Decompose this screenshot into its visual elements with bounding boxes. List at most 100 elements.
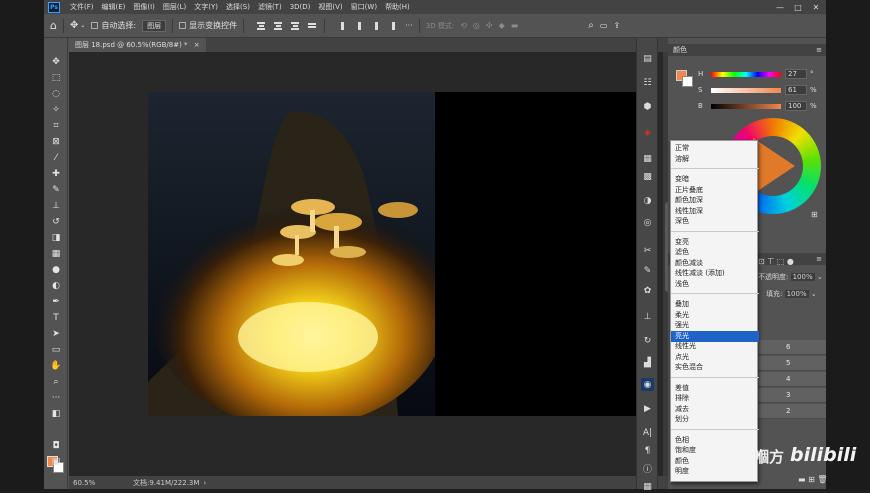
chevron-down-icon[interactable]: ⌄ bbox=[811, 290, 817, 298]
blend-mode-option[interactable]: 柔光 bbox=[671, 310, 759, 321]
auto-select-dropdown[interactable]: 图层 bbox=[142, 19, 167, 32]
delete-layer-icon[interactable]: 🗑 bbox=[817, 475, 827, 484]
menu-layer[interactable]: 图层(L) bbox=[159, 2, 190, 12]
align-vcenter-icon[interactable] bbox=[353, 20, 365, 32]
show-transform-checkbox[interactable]: 显示变换控件 bbox=[179, 20, 237, 31]
tools-presets-icon[interactable]: ✂ bbox=[641, 244, 654, 257]
share-icon[interactable]: ⇪ bbox=[613, 21, 620, 30]
blend-mode-option[interactable]: 线性加深 bbox=[671, 206, 759, 217]
magic-wand-icon[interactable]: ✧ bbox=[49, 104, 63, 116]
hue-slider[interactable] bbox=[711, 72, 781, 77]
menu-file[interactable]: 文件(F) bbox=[66, 2, 98, 12]
zoom-level[interactable]: 60.5% bbox=[73, 479, 113, 487]
path-select-icon[interactable]: ➤ bbox=[49, 328, 63, 340]
distribute-icon[interactable] bbox=[387, 20, 399, 32]
frame-tool-icon[interactable]: ⊠ bbox=[49, 136, 63, 148]
grid-panel-icon[interactable]: ▩ bbox=[641, 170, 654, 183]
adjustments-panel-icon[interactable]: ☷ bbox=[641, 76, 654, 89]
maximize-button[interactable]: □ bbox=[790, 0, 806, 14]
search-icon[interactable]: ⌕ bbox=[588, 20, 594, 31]
opacity-value[interactable]: 100% bbox=[790, 273, 815, 281]
saturation-value[interactable]: 61 bbox=[785, 85, 807, 95]
blur-tool-icon[interactable]: ● bbox=[49, 264, 63, 276]
blend-mode-option[interactable]: 减去 bbox=[671, 404, 759, 415]
menu-select[interactable]: 选择(S) bbox=[222, 2, 254, 12]
saturation-slider[interactable] bbox=[711, 88, 781, 93]
blend-mode-option[interactable]: 线性减淡 (添加) bbox=[671, 268, 759, 279]
blend-mode-option[interactable]: 划分 bbox=[671, 414, 759, 425]
pan-3d-icon[interactable]: ✣ bbox=[486, 21, 493, 30]
blend-mode-option[interactable]: 深色 bbox=[671, 216, 759, 227]
menu-filter[interactable]: 滤镜(T) bbox=[254, 2, 286, 12]
more-tools-icon[interactable]: ··· bbox=[49, 392, 63, 404]
blend-mode-option[interactable]: 溶解 bbox=[671, 154, 759, 165]
marquee-tool-icon[interactable]: ⬚ bbox=[49, 72, 63, 84]
menu-3d[interactable]: 3D(D) bbox=[286, 3, 315, 11]
brush-panel-icon[interactable]: ✎ bbox=[641, 264, 654, 277]
channels-panel-icon[interactable]: ◎ bbox=[641, 216, 654, 229]
move-tool-icon[interactable]: ✥ bbox=[70, 20, 78, 31]
eyedropper-icon[interactable]: ⁄ bbox=[49, 152, 63, 164]
blend-mode-option[interactable]: 浅色 bbox=[671, 279, 759, 290]
blend-mode-option[interactable]: 变亮 bbox=[671, 237, 759, 248]
pen-tool-icon[interactable]: ✒ bbox=[49, 296, 63, 308]
status-arrow-icon[interactable]: › bbox=[203, 479, 206, 487]
play-action-icon[interactable]: ▶ bbox=[641, 402, 654, 415]
info-panel-icon[interactable]: ◉ bbox=[641, 378, 654, 391]
dodge-tool-icon[interactable]: ◐ bbox=[49, 280, 63, 292]
blend-mode-option[interactable]: 差值 bbox=[671, 383, 759, 394]
chevron-down-icon[interactable]: ⌄ bbox=[80, 22, 85, 29]
default-colors-icon[interactable]: ◧ bbox=[49, 408, 63, 420]
align-vtop-icon[interactable] bbox=[336, 20, 348, 32]
blend-mode-option[interactable]: 正常 bbox=[671, 143, 759, 154]
clone-source-icon[interactable]: ✿ bbox=[641, 284, 654, 297]
orbit-3d-icon[interactable]: ⟲ bbox=[460, 21, 467, 30]
roll-3d-icon[interactable]: ◎ bbox=[473, 21, 480, 30]
blend-mode-option[interactable]: 滤色 bbox=[671, 247, 759, 258]
quick-mask-icon[interactable]: ◘ bbox=[49, 440, 63, 452]
slide-3d-icon[interactable]: ◆ bbox=[499, 21, 505, 30]
hue-value[interactable]: 27 bbox=[785, 69, 807, 79]
chevron-down-icon[interactable]: ⌄ bbox=[817, 273, 823, 281]
brush-tool-icon[interactable]: ✎ bbox=[49, 184, 63, 196]
hand-tool-icon[interactable]: ✋ bbox=[49, 360, 63, 372]
properties-panel-icon[interactable]: ⓘ bbox=[641, 462, 654, 475]
history-brush-icon[interactable]: ↺ bbox=[49, 216, 63, 228]
crop-tool-icon[interactable]: ⌗ bbox=[49, 120, 63, 132]
eraser-tool-icon[interactable]: ◨ bbox=[49, 232, 63, 244]
type-tool-icon[interactable]: T bbox=[49, 312, 63, 324]
layer-filter-icons[interactable]: ⊡ ⊤ ⬚ ● bbox=[758, 257, 794, 266]
character-panel-icon[interactable]: A| bbox=[641, 426, 654, 439]
blend-mode-option[interactable]: 颜色 bbox=[671, 456, 759, 467]
menu-help[interactable]: 帮助(H) bbox=[381, 2, 414, 12]
close-button[interactable]: ✕ bbox=[808, 0, 824, 14]
align-center-icon[interactable] bbox=[272, 20, 284, 32]
new-group-icon[interactable]: ▬ bbox=[798, 475, 806, 484]
blend-mode-option[interactable]: 正片叠底 bbox=[671, 185, 759, 196]
document-tab[interactable]: 图层 18.psd @ 60.5%(RGB/8#) * × bbox=[69, 38, 206, 52]
menu-image[interactable]: 图像(I) bbox=[129, 2, 159, 12]
panel-menu-icon[interactable]: ≡ bbox=[816, 253, 822, 265]
align-vbottom-icon[interactable] bbox=[370, 20, 382, 32]
menu-type[interactable]: 文字(Y) bbox=[190, 2, 222, 12]
blend-mode-option[interactable]: 颜色减淡 bbox=[671, 258, 759, 269]
align-right-icon[interactable] bbox=[289, 20, 301, 32]
zoom-tool-icon[interactable]: ⌕ bbox=[49, 376, 63, 388]
paragraph-panel-icon[interactable]: ¶ bbox=[641, 444, 654, 457]
blend-mode-option[interactable]: 饱和度 bbox=[671, 445, 759, 456]
timeline-panel-icon[interactable]: ↻ bbox=[641, 334, 654, 347]
blend-mode-option[interactable]: 实色混合 bbox=[671, 362, 759, 373]
fill-value[interactable]: 100% bbox=[784, 290, 809, 298]
lasso-tool-icon[interactable]: ◌ bbox=[49, 88, 63, 100]
blend-mode-option[interactable]: 颜色加深 bbox=[671, 195, 759, 206]
workspace-icon[interactable]: ▭ bbox=[600, 21, 608, 30]
3d-panel-icon[interactable]: ⬢ bbox=[641, 100, 654, 113]
healing-brush-icon[interactable]: ✚ bbox=[49, 168, 63, 180]
blend-mode-option[interactable]: 叠加 bbox=[671, 299, 759, 310]
blend-mode-option[interactable]: 强光 bbox=[671, 320, 759, 331]
canvas-area[interactable] bbox=[69, 52, 663, 476]
histogram-panel-icon[interactable]: ▟ bbox=[641, 356, 654, 369]
blend-mode-option[interactable]: 排除 bbox=[671, 393, 759, 404]
menu-window[interactable]: 窗口(W) bbox=[347, 2, 381, 12]
blend-mode-option[interactable]: 点光 bbox=[671, 352, 759, 363]
